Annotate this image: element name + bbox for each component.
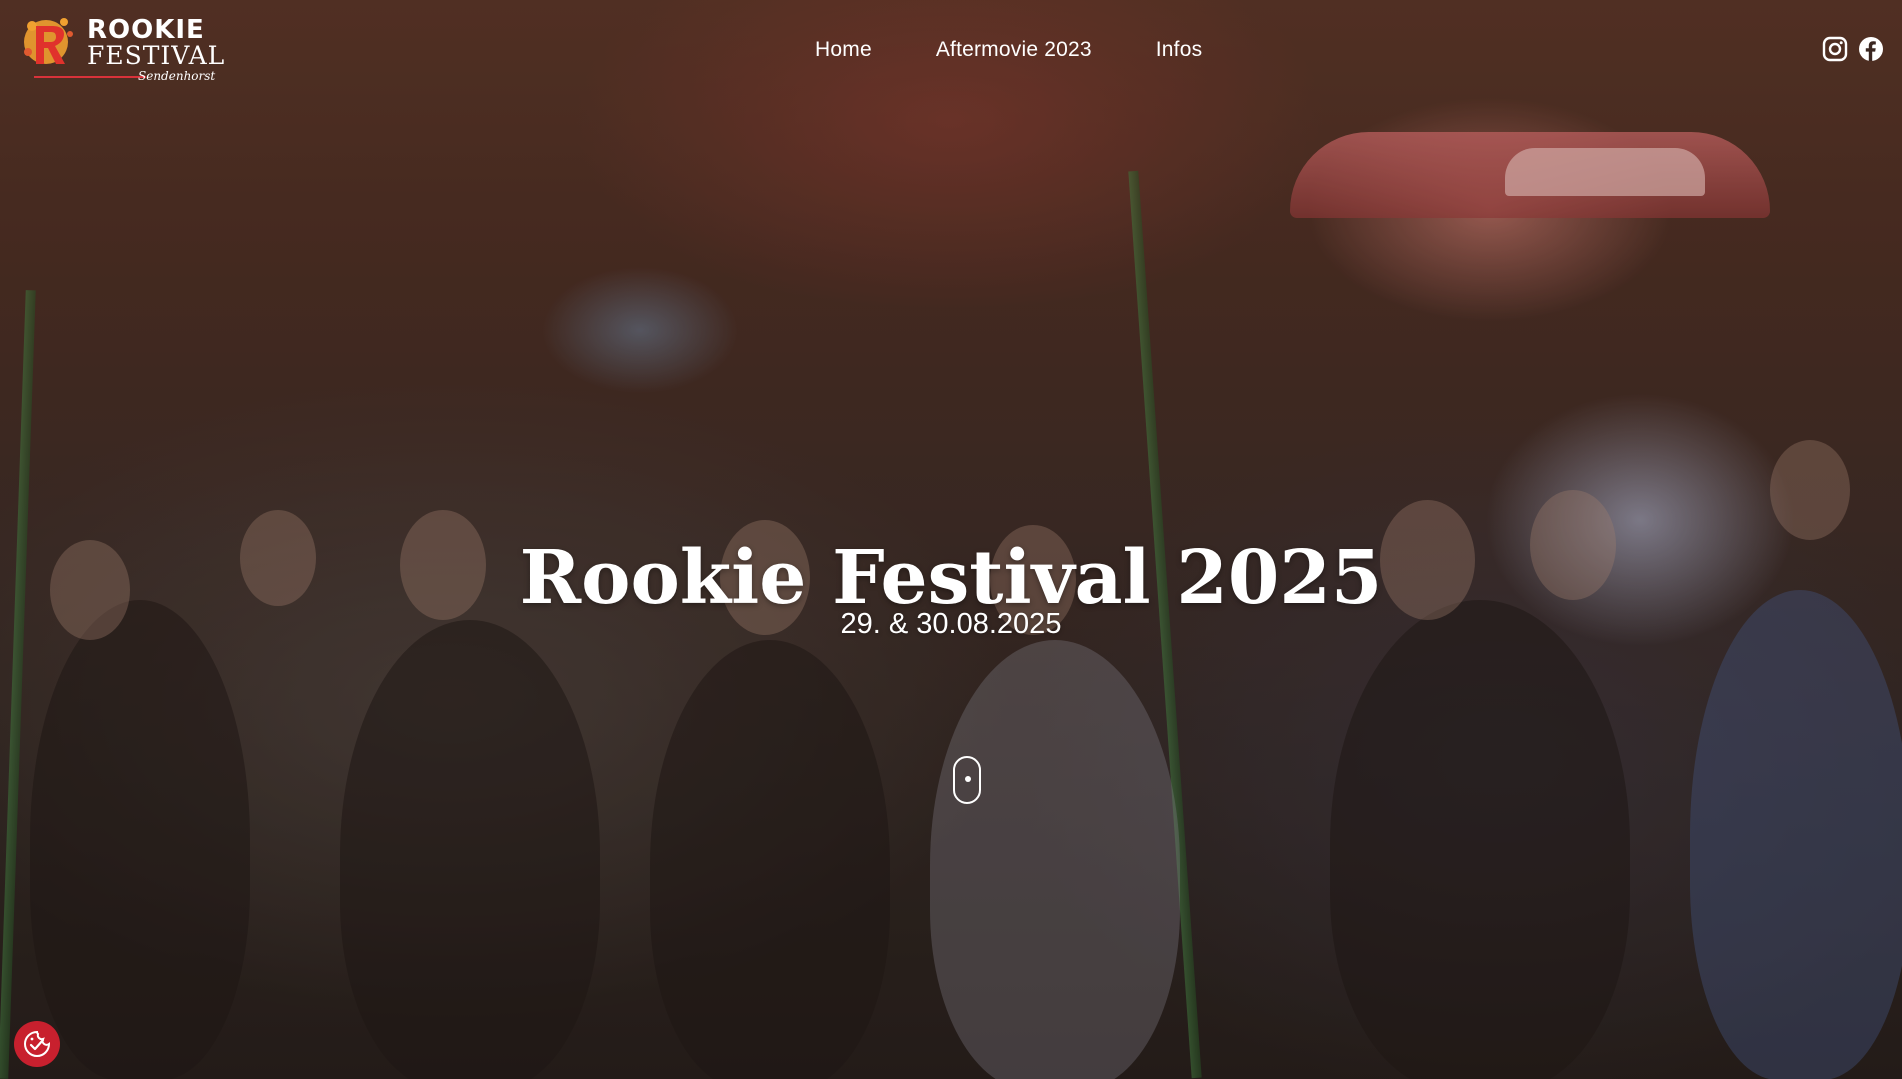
logo-town: Sendenhorst	[138, 69, 216, 83]
nav-infos[interactable]: Infos	[1156, 38, 1203, 62]
logo-subtitle: FESTIVAL	[87, 41, 226, 70]
facebook-icon[interactable]	[1858, 36, 1884, 62]
scroll-dot	[965, 776, 971, 782]
social-links	[1822, 36, 1884, 62]
site-header: ROOKIE FESTIVAL Sendenhorst Home Aftermo…	[0, 0, 1902, 100]
rookie-r-splash-logo	[24, 18, 73, 64]
nav-aftermovie-2023[interactable]: Aftermovie 2023	[936, 38, 1092, 62]
mouse-scroll-icon[interactable]	[953, 756, 981, 804]
nav-home[interactable]: Home	[815, 38, 872, 62]
hero-dates: 29. & 30.08.2025	[840, 608, 1062, 640]
logo-title: ROOKIE	[87, 15, 205, 45]
hero-section: ROOKIE FESTIVAL Sendenhorst Home Aftermo…	[0, 0, 1902, 1079]
instagram-icon[interactable]	[1822, 36, 1848, 62]
cookie-consent-icon	[24, 1030, 51, 1057]
site-logo[interactable]: ROOKIE FESTIVAL Sendenhorst	[20, 12, 224, 86]
main-nav: Home Aftermovie 2023 Infos	[815, 38, 1202, 62]
logo-underline	[34, 76, 146, 78]
cookie-consent-button[interactable]	[14, 1021, 60, 1067]
